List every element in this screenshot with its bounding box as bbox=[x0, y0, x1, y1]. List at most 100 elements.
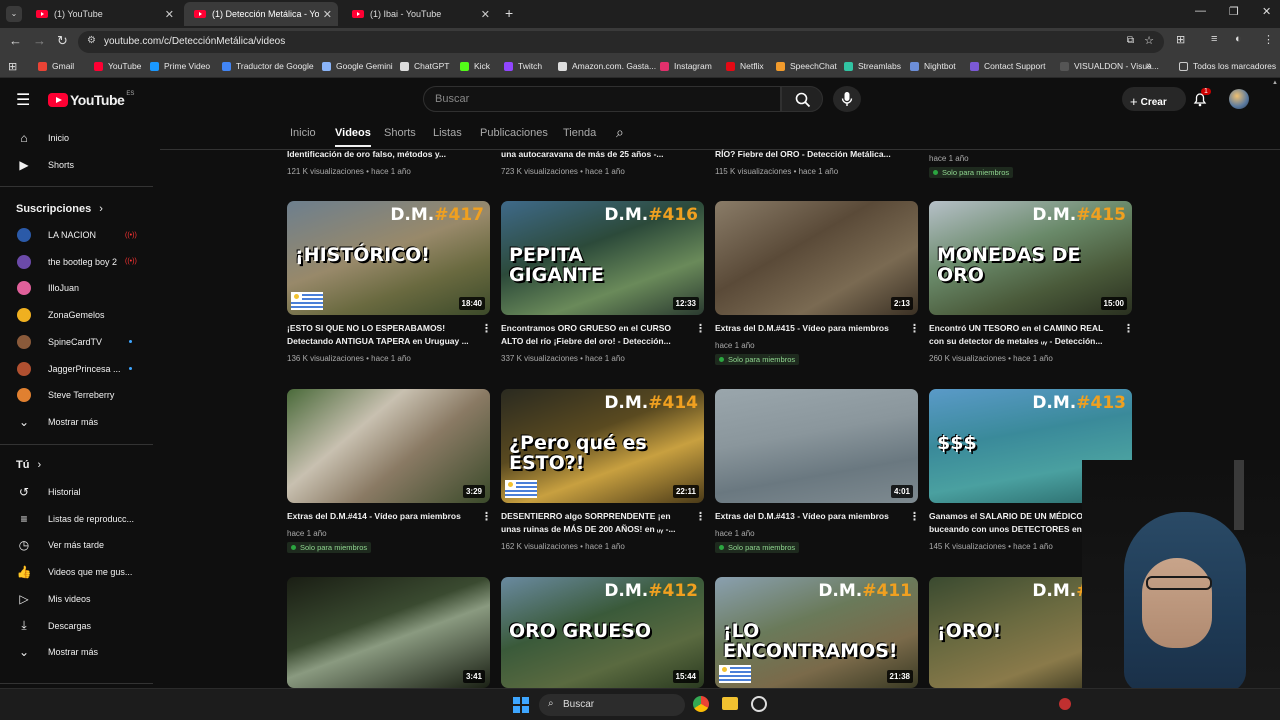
hamburger-menu-icon[interactable]: ☰ bbox=[16, 90, 30, 110]
video-title[interactable]: RÍO? Fiebre del ORO - Detección Metálica… bbox=[715, 148, 905, 161]
restore-icon[interactable]: ❐ bbox=[1229, 5, 1239, 18]
bookmark-item[interactable]: Kick bbox=[460, 61, 490, 71]
bookmark-item[interactable]: Streamlabs bbox=[844, 61, 901, 71]
tray-app-icon[interactable] bbox=[1059, 698, 1071, 710]
subscriptions-show-more[interactable]: ⌄ Mostrar más bbox=[0, 411, 155, 433]
browser-tab-active[interactable]: (1) Detección Metálica - YouTube ✕ bbox=[184, 2, 338, 26]
video-thumbnail[interactable]: D.M.#412 ORO GRUESO 15:44 bbox=[501, 577, 704, 688]
video-thumbnail[interactable]: D.M.#411 ¡LO ENCONTRAMOS! 21:38 bbox=[715, 577, 918, 688]
video-options-icon[interactable]: ⋮ bbox=[1123, 322, 1134, 335]
video-title[interactable]: Extras del D.M.#413 - Vídeo para miembro… bbox=[715, 510, 905, 523]
bookmark-item[interactable]: Traductor de Google bbox=[222, 61, 314, 71]
notifications-button[interactable]: 1 bbox=[1192, 88, 1211, 109]
bookmark-item[interactable]: Instagram bbox=[660, 61, 712, 71]
new-tab-button[interactable]: + bbox=[505, 5, 513, 21]
site-info-icon[interactable]: ⚙ bbox=[87, 35, 96, 46]
tab-tienda[interactable]: Tienda bbox=[563, 127, 596, 139]
subscription-item[interactable]: SpineCardTV bbox=[0, 331, 155, 353]
minimize-icon[interactable]: — bbox=[1195, 5, 1206, 17]
subscription-item[interactable]: Steve Terreberry bbox=[0, 384, 155, 406]
you-show-more[interactable]: ⌄ Mostrar más bbox=[0, 641, 155, 663]
video-title-line2[interactable]: unas ruinas de MÁS DE 200 AÑOS! en ᵤᵧ -.… bbox=[501, 523, 691, 536]
search-button[interactable] bbox=[781, 86, 823, 112]
media-icon[interactable]: ≡ bbox=[1211, 33, 1217, 45]
video-title[interactable]: Identificación de oro falso, métodos y..… bbox=[287, 148, 477, 161]
file-explorer-icon[interactable] bbox=[722, 697, 738, 710]
sidebar-item-you[interactable]: ↺ Historial bbox=[0, 481, 155, 503]
search-input[interactable]: Buscar bbox=[423, 86, 781, 112]
sidebar-item-you[interactable]: 👍 Videos que me gus... bbox=[0, 561, 155, 583]
youtube-logo[interactable]: YouTube ES bbox=[48, 91, 134, 108]
all-bookmarks-folder[interactable]: Todos los marcadores bbox=[1179, 61, 1276, 71]
video-thumbnail[interactable]: 4:01 bbox=[715, 389, 918, 503]
subscription-item[interactable]: the bootleg boy 2 ((•)) bbox=[0, 251, 155, 273]
subscription-item[interactable]: JaggerPrincesa ... bbox=[0, 358, 155, 380]
scroll-up-icon[interactable]: ▲ bbox=[1272, 80, 1278, 86]
video-options-icon[interactable]: ⋮ bbox=[695, 322, 706, 335]
bookmark-item[interactable]: Google Gemini bbox=[322, 61, 393, 71]
video-thumbnail[interactable]: 3:29 bbox=[287, 389, 490, 503]
video-thumbnail[interactable]: D.M.#415 MONEDAS DE ORO 15:00 bbox=[929, 201, 1132, 315]
bookmark-item[interactable]: VISUALDON - Visua... bbox=[1060, 61, 1159, 71]
forward-icon[interactable]: → bbox=[33, 33, 46, 48]
bookmark-item[interactable]: Contact Support bbox=[970, 61, 1045, 71]
close-tab-icon[interactable]: ✕ bbox=[165, 8, 174, 21]
sidebar-item-inicio[interactable]: ⌂ Inicio bbox=[0, 127, 155, 149]
close-tab-icon[interactable]: ✕ bbox=[481, 8, 490, 21]
you-heading[interactable]: Tú › bbox=[16, 459, 41, 471]
video-options-icon[interactable]: ⋮ bbox=[481, 322, 492, 335]
bookmark-item[interactable]: Gmail bbox=[38, 61, 74, 71]
bookmark-item[interactable]: ChatGPT bbox=[400, 61, 449, 71]
browser-tab[interactable]: (1) Ibai - YouTube ✕ bbox=[342, 2, 496, 26]
video-thumbnail[interactable]: D.M.#417 ¡HISTÓRICO! 18:40 bbox=[287, 201, 490, 315]
video-thumbnail[interactable]: D.M.#416 PEPITA GIGANTE 12:33 bbox=[501, 201, 704, 315]
video-title-line2[interactable]: con su detector de metales ᵤᵧ - Detecció… bbox=[929, 335, 1119, 348]
sidebar-item-you[interactable]: ⤓ Descargas bbox=[0, 615, 155, 637]
tab-list-button[interactable]: ⌄ bbox=[6, 6, 22, 22]
video-title[interactable]: Extras del D.M.#415 - Vídeo para miembro… bbox=[715, 322, 905, 335]
browser-tab[interactable]: (1) YouTube ✕ bbox=[26, 2, 180, 26]
more-bookmarks-icon[interactable]: » bbox=[1146, 60, 1152, 71]
sidebar-item-you[interactable]: ≡ Listas de reproducc... bbox=[0, 508, 155, 530]
video-title[interactable]: Encontramos ORO GRUESO en el CURSO bbox=[501, 322, 691, 335]
back-icon[interactable]: ← bbox=[9, 33, 22, 48]
bookmark-item[interactable]: Prime Video bbox=[150, 61, 210, 71]
taskbar-search[interactable]: ⌕ Buscar bbox=[539, 694, 685, 716]
tab-listas[interactable]: Listas bbox=[433, 127, 462, 139]
reload-icon[interactable]: ↻ bbox=[57, 33, 68, 49]
video-title[interactable]: DESENTIERRO algo SORPRENDENTE ¡en bbox=[501, 510, 691, 523]
video-title[interactable]: Encontró UN TESORO en el CAMINO REAL bbox=[929, 322, 1119, 335]
create-button[interactable]: + Crear bbox=[1122, 87, 1186, 111]
channel-search-icon[interactable]: ⌕ bbox=[616, 124, 624, 141]
sidebar-item-you[interactable]: ▷ Mis videos bbox=[0, 588, 155, 610]
bookmark-item[interactable]: YouTube bbox=[94, 61, 141, 71]
apps-icon[interactable]: ⊞ bbox=[8, 60, 17, 73]
video-thumbnail[interactable]: D.M.#414 ¿Pero qué es ESTO?! 22:11 bbox=[501, 389, 704, 503]
video-options-icon[interactable]: ⋮ bbox=[481, 510, 492, 523]
profile-icon[interactable]: ◐ bbox=[1235, 33, 1242, 45]
sidebar-item-shorts[interactable]: ▶ Shorts bbox=[0, 154, 155, 176]
video-title[interactable]: ¡ESTO SI QUE NO LO ESPERABAMOS! bbox=[287, 322, 477, 335]
subscription-item[interactable]: IlloJuan bbox=[0, 277, 155, 299]
video-options-icon[interactable]: ⋮ bbox=[909, 322, 920, 335]
close-window-icon[interactable]: ✕ bbox=[1262, 5, 1271, 18]
close-tab-icon[interactable]: ✕ bbox=[323, 8, 332, 21]
bookmark-star-icon[interactable]: ☆ bbox=[1144, 34, 1154, 47]
sidebar-item-you[interactable]: ◷ Ver más tarde bbox=[0, 534, 155, 556]
tab-publicaciones[interactable]: Publicaciones bbox=[480, 127, 548, 139]
bookmark-item[interactable]: SpeechChat bbox=[776, 61, 837, 71]
video-thumbnail[interactable]: 3:41 bbox=[287, 577, 490, 688]
subscription-item[interactable]: ZonaGemelos bbox=[0, 304, 155, 326]
subscription-item[interactable]: LA NACION ((•)) bbox=[0, 224, 155, 246]
video-title-line2[interactable]: Detectando ANTIGUA TAPERA en Uruguay ... bbox=[287, 335, 477, 348]
tab-shorts[interactable]: Shorts bbox=[384, 127, 416, 139]
voice-search-button[interactable] bbox=[833, 86, 861, 112]
extensions-icon[interactable]: ⊞ bbox=[1176, 33, 1185, 46]
subscriptions-heading[interactable]: Suscripciones › bbox=[16, 203, 103, 215]
menu-icon[interactable]: ⋮ bbox=[1263, 33, 1274, 46]
tab-videos[interactable]: Videos bbox=[335, 127, 371, 147]
bookmark-item[interactable]: Netflix bbox=[726, 61, 764, 71]
obs-icon[interactable] bbox=[751, 696, 767, 712]
video-title[interactable]: Extras del D.M.#414 - Vídeo para miembro… bbox=[287, 510, 477, 523]
bookmark-item[interactable]: Twitch bbox=[504, 61, 542, 71]
